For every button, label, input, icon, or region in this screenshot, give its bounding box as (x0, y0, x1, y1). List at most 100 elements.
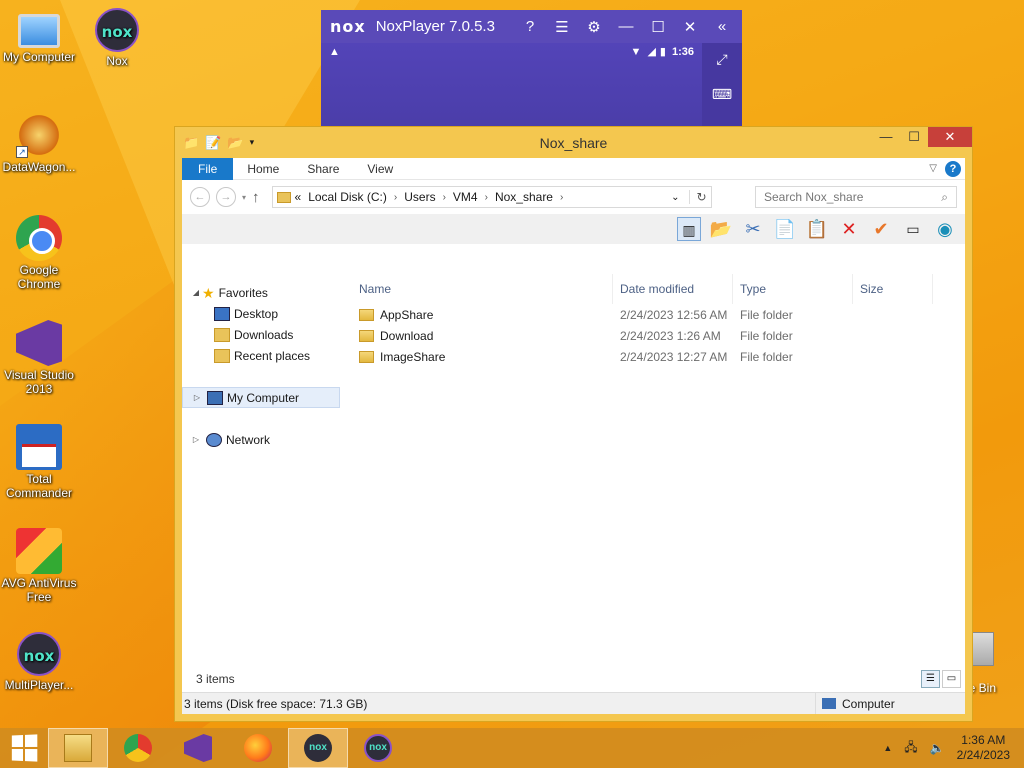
tab-home[interactable]: Home (233, 158, 293, 180)
recent-locations-icon[interactable]: ▾ (242, 193, 246, 202)
chevron-down-icon[interactable]: ◢ (190, 288, 202, 297)
chevron-right-icon[interactable]: › (560, 192, 563, 203)
chevron-down-icon[interactable]: ⌄ (671, 192, 679, 203)
taskbar-visual-studio[interactable] (168, 728, 228, 768)
chevron-right-icon[interactable]: ▷ (191, 393, 203, 402)
breadcrumb-local-disk[interactable]: Local Disk (C:) (305, 190, 390, 204)
delete-icon[interactable]: ✕ (837, 217, 861, 241)
taskbar-multiplayer[interactable]: nox (348, 728, 408, 768)
fullscreen-icon[interactable]: ⤢ (702, 51, 742, 68)
computer-icon (822, 698, 836, 709)
desktop-icon-my-computer[interactable]: My Computer (1, 8, 77, 64)
tab-view[interactable]: View (353, 158, 407, 180)
minimize-icon[interactable]: — (618, 18, 634, 36)
explorer-titlebar[interactable]: 📁 📝 📂 ▾ Nox_share — ☐ ✕ (175, 127, 972, 158)
menu-icon[interactable]: ☰ (554, 18, 570, 36)
minimize-button[interactable]: — (872, 127, 900, 147)
keyboard-icon[interactable]: ⌨ (702, 86, 742, 103)
expand-ribbon-icon[interactable]: ▽ (929, 163, 937, 174)
chevron-right-icon[interactable]: ▷ (190, 435, 202, 444)
file-row[interactable]: ImageShare 2/24/2023 12:27 AM File folde… (352, 346, 965, 367)
new-folder-icon[interactable]: 📂 (227, 135, 243, 151)
breadcrumb-users[interactable]: Users (401, 190, 438, 204)
taskbar-nox[interactable]: nox (288, 728, 348, 768)
copy-icon[interactable]: 📄 (773, 217, 797, 241)
desktop-icon-avg[interactable]: AVG AntiVirus Free (1, 528, 77, 604)
chevron-right-icon[interactable]: › (485, 192, 488, 203)
file-row[interactable]: Download 2/24/2023 1:26 AM File folder (352, 325, 965, 346)
preview-pane-icon[interactable]: ▥ (677, 217, 701, 241)
nox-player-window[interactable]: nox NoxPlayer 7.0.5.3 ? ☰ ⚙ — ☐ ✕ « ▲ ▼ … (321, 10, 742, 132)
nav-label: Network (226, 432, 271, 447)
tab-share[interactable]: Share (293, 158, 353, 180)
desktop-icon (214, 306, 230, 321)
maximize-button[interactable]: ☐ (900, 127, 928, 147)
collapse-sidebar-icon[interactable]: « (714, 18, 730, 36)
nav-downloads[interactable]: Downloads (182, 324, 340, 345)
column-date-modified[interactable]: Date modified (613, 274, 733, 304)
column-name[interactable]: Name (352, 274, 613, 304)
breadcrumb-nox-share[interactable]: Nox_share (492, 190, 556, 204)
android-screen[interactable]: ▲ ▼ ◢ ▮ 1:36 (321, 43, 702, 132)
chevron-down-icon[interactable]: ▾ (250, 137, 255, 148)
properties-icon[interactable]: 📝 (205, 135, 221, 151)
globe-icon[interactable]: ◉ (933, 217, 957, 241)
desktop-icon-datawagon[interactable]: ↗ DataWagon... (1, 112, 77, 174)
volume-icon[interactable]: 🔈 (930, 741, 945, 755)
signal-icon: ◢ (647, 46, 656, 58)
explorer-window[interactable]: 📁 📝 📂 ▾ Nox_share — ☐ ✕ File Home Share … (174, 126, 973, 722)
close-button[interactable]: ✕ (928, 127, 972, 147)
show-hidden-icons-icon[interactable]: ▲ (883, 743, 892, 753)
desktop-icon-visual-studio[interactable]: Visual Studio 2013 (1, 320, 77, 396)
desktop-icon-multiplayer[interactable]: nox MultiPlayer... (1, 632, 77, 692)
chevron-right-icon[interactable]: › (394, 192, 397, 203)
desktop-icon-label: Google Chrome (17, 263, 61, 291)
rename-icon[interactable]: ▭ (901, 217, 925, 241)
tab-file[interactable]: File (182, 157, 234, 180)
navigation-pane: ◢ ★ Favorites Desktop Downloads Recent p… (182, 274, 340, 668)
search-input[interactable]: Search Nox_share ⌕ (755, 186, 957, 208)
gear-icon[interactable]: ⚙ (586, 18, 602, 36)
nav-my-computer[interactable]: ▷ My Computer (182, 387, 340, 408)
up-button[interactable]: ↑ (252, 189, 260, 206)
address-overflow[interactable]: « (295, 190, 302, 204)
close-icon[interactable]: ✕ (682, 18, 698, 36)
nav-favorites[interactable]: ◢ ★ Favorites (182, 282, 340, 303)
column-type[interactable]: Type (733, 274, 853, 304)
nav-desktop[interactable]: Desktop (182, 303, 340, 324)
details-view-button[interactable]: ☰ (921, 670, 940, 688)
large-icons-view-button[interactable]: ▭ (942, 670, 961, 688)
maximize-icon[interactable]: ☐ (650, 18, 666, 36)
taskbar-firefox[interactable] (228, 728, 288, 768)
help-icon[interactable]: ? (522, 18, 538, 36)
help-button[interactable]: ? (945, 160, 961, 177)
forward-button[interactable]: → (216, 187, 236, 207)
cut-icon[interactable]: ✂ (741, 217, 765, 241)
breadcrumb-vm4[interactable]: VM4 (450, 190, 481, 204)
navigation-bar: ← → ▾ ↑ « Local Disk (C:) › Users › VM4 … (182, 180, 965, 214)
nox-logo: nox (330, 17, 366, 36)
column-size[interactable]: Size (853, 274, 933, 304)
check-icon[interactable]: ✔ (869, 217, 893, 241)
search-icon[interactable]: ⌕ (941, 190, 948, 205)
downloads-icon (214, 327, 230, 342)
paste-icon[interactable]: 📋 (805, 217, 829, 241)
file-row[interactable]: AppShare 2/24/2023 12:56 AM File folder (352, 304, 965, 325)
taskbar-chrome[interactable] (108, 728, 168, 768)
desktop-icon-nox[interactable]: nox Nox (79, 8, 155, 68)
refresh-icon[interactable]: ↻ (689, 190, 707, 204)
taskbar-file-explorer[interactable] (48, 728, 108, 768)
folder-options-icon[interactable]: 📂 (709, 217, 733, 241)
desktop-icon-total-commander[interactable]: Total Commander (1, 424, 77, 500)
clock[interactable]: 1:36 AM 2/24/2023 (957, 733, 1010, 763)
nav-network[interactable]: ▷ Network (182, 429, 340, 450)
nox-titlebar[interactable]: nox NoxPlayer 7.0.5.3 ? ☰ ⚙ — ☐ ✕ « (321, 10, 742, 43)
start-button[interactable] (0, 728, 48, 768)
nav-recent-places[interactable]: Recent places (182, 345, 340, 366)
folder-icon[interactable]: 📁 (183, 135, 199, 151)
desktop-icon-chrome[interactable]: Google Chrome (1, 215, 77, 291)
back-button[interactable]: ← (190, 187, 210, 207)
network-icon[interactable]: 🖧 (904, 738, 917, 759)
address-bar[interactable]: « Local Disk (C:) › Users › VM4 › Nox_sh… (271, 186, 712, 208)
chevron-right-icon[interactable]: › (443, 192, 446, 203)
